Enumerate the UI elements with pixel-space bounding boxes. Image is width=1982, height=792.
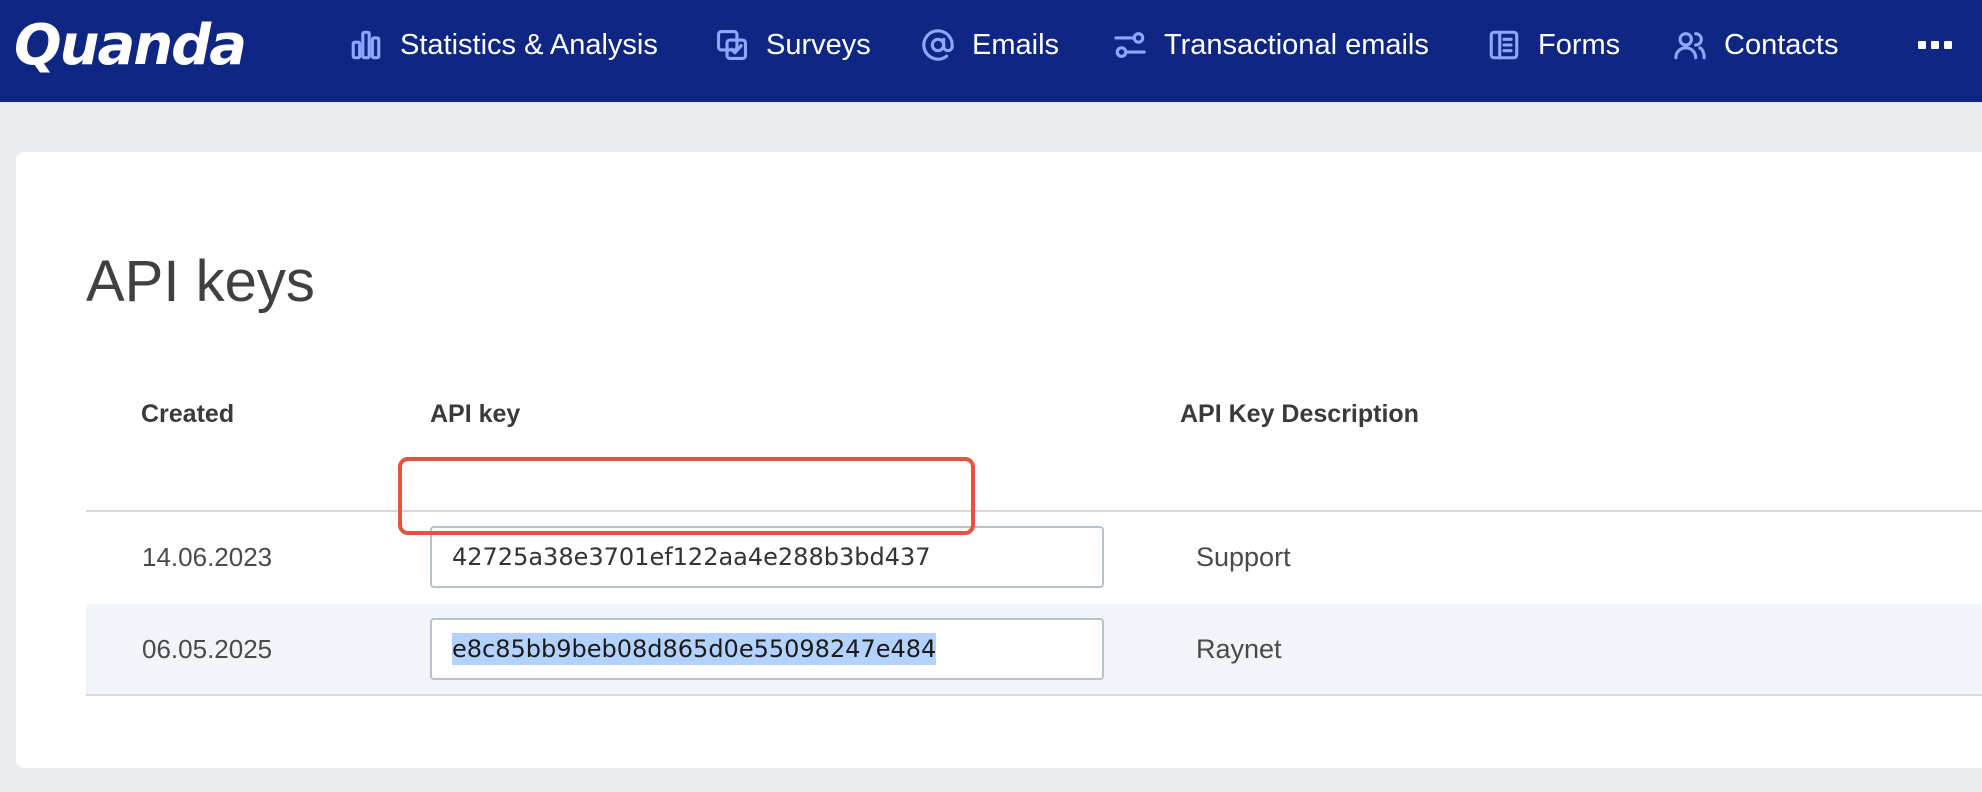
table-row: 14.06.2023 42725a38e3701ef122aa4e288b3bd… (86, 512, 1982, 604)
api-key-value-selected: e8c85bb9beb08d865d0e55098247e484 (452, 633, 937, 665)
api-key-value: 42725a38e3701ef122aa4e288b3bd437 (452, 543, 931, 571)
nav-item-emails[interactable]: Emails (920, 0, 1059, 90)
table-row: 06.05.2025 e8c85bb9beb08d865d0e55098247e… (86, 604, 1982, 696)
api-keys-card: API keys Created API key API Key Descrip… (16, 152, 1982, 768)
nav-item-forms[interactable]: Forms (1486, 0, 1620, 90)
more-dots-icon[interactable] (1918, 30, 1952, 60)
form-document-icon (1486, 27, 1522, 63)
at-sign-icon (920, 27, 956, 63)
nav-item-surveys[interactable]: Surveys (714, 0, 871, 90)
nav-label: Surveys (766, 28, 871, 61)
nav-label: Forms (1538, 28, 1621, 61)
created-date: 06.05.2025 (142, 634, 273, 664)
column-header-description: API Key Description (1180, 400, 1419, 428)
quanda-logo[interactable]: Quanda (14, 10, 247, 80)
nav-label: Statistics & Analysis (400, 28, 658, 61)
nav-item-transactional-emails[interactable]: Transactional emails (1112, 0, 1429, 90)
api-key-description: Raynet (1196, 634, 1282, 664)
nav-label: Emails (972, 28, 1060, 61)
top-navigation-bar: Quanda Statistics & Analysis Surveys Ema… (0, 0, 1982, 102)
nav-label: Transactional emails (1164, 28, 1429, 61)
nav-label: Contacts (1724, 28, 1839, 61)
created-date: 14.06.2023 (142, 542, 273, 572)
column-header-created: Created (141, 400, 235, 428)
page-title: API keys (86, 249, 315, 314)
transactional-sliders-icon (1112, 27, 1148, 63)
nav-item-statistics[interactable]: Statistics & Analysis (348, 0, 658, 90)
api-key-description: Support (1196, 542, 1291, 572)
column-header-api-key: API key (430, 400, 521, 428)
api-key-field-selected[interactable]: e8c85bb9beb08d865d0e55098247e484 (430, 618, 1104, 680)
nav-item-contacts[interactable]: Contacts (1672, 0, 1838, 90)
api-key-field[interactable]: 42725a38e3701ef122aa4e288b3bd437 (430, 526, 1104, 588)
bar-chart-icon (348, 27, 384, 63)
contacts-people-icon (1672, 27, 1708, 63)
survey-checkbox-icon (714, 27, 750, 63)
